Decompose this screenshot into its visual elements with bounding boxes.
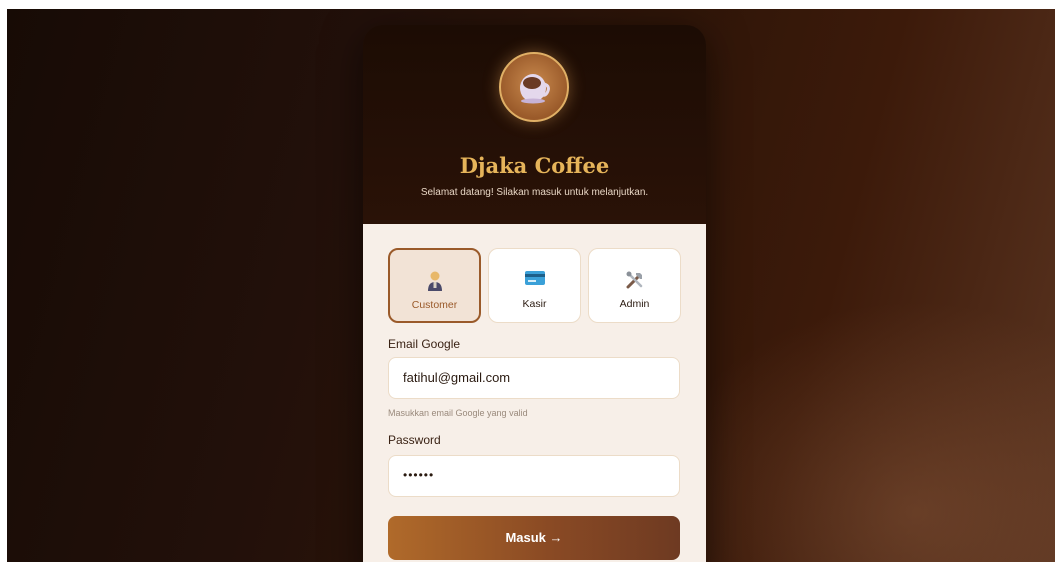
role-label: Admin bbox=[619, 298, 650, 310]
email-label: Email Google bbox=[388, 337, 461, 351]
welcome-text: Selamat datang! Silakan masuk untuk mela… bbox=[420, 187, 649, 198]
login-form: Customer Kasir Admin Email Google fatihu… bbox=[363, 224, 706, 562]
role-label: Kasir bbox=[522, 298, 547, 310]
email-hint: Masukkan email Google yang valid bbox=[388, 408, 528, 418]
customer-icon bbox=[427, 271, 442, 291]
tools-icon bbox=[626, 271, 642, 289]
password-field[interactable]: •••••• bbox=[388, 455, 680, 497]
email-field[interactable]: fatihul@gmail.com bbox=[388, 357, 680, 399]
role-admin-button[interactable]: Admin bbox=[588, 248, 681, 323]
login-button[interactable]: Masuk → bbox=[388, 516, 680, 560]
brand-logo bbox=[499, 52, 569, 122]
page-background: Djaka Coffee Selamat datang! Silakan mas… bbox=[7, 9, 1055, 562]
role-label: Customer bbox=[411, 299, 458, 311]
coffee-cup-icon bbox=[520, 74, 550, 104]
brand-name: Djaka Coffee bbox=[459, 153, 610, 178]
password-label: Password bbox=[388, 433, 441, 447]
card-header: Djaka Coffee Selamat datang! Silakan mas… bbox=[363, 25, 706, 224]
role-selector: Customer Kasir Admin bbox=[388, 248, 681, 323]
role-kasir-button[interactable]: Kasir bbox=[488, 248, 581, 323]
role-customer-button[interactable]: Customer bbox=[388, 248, 481, 323]
login-card: Djaka Coffee Selamat datang! Silakan mas… bbox=[363, 25, 706, 562]
credit-card-icon bbox=[524, 271, 545, 285]
